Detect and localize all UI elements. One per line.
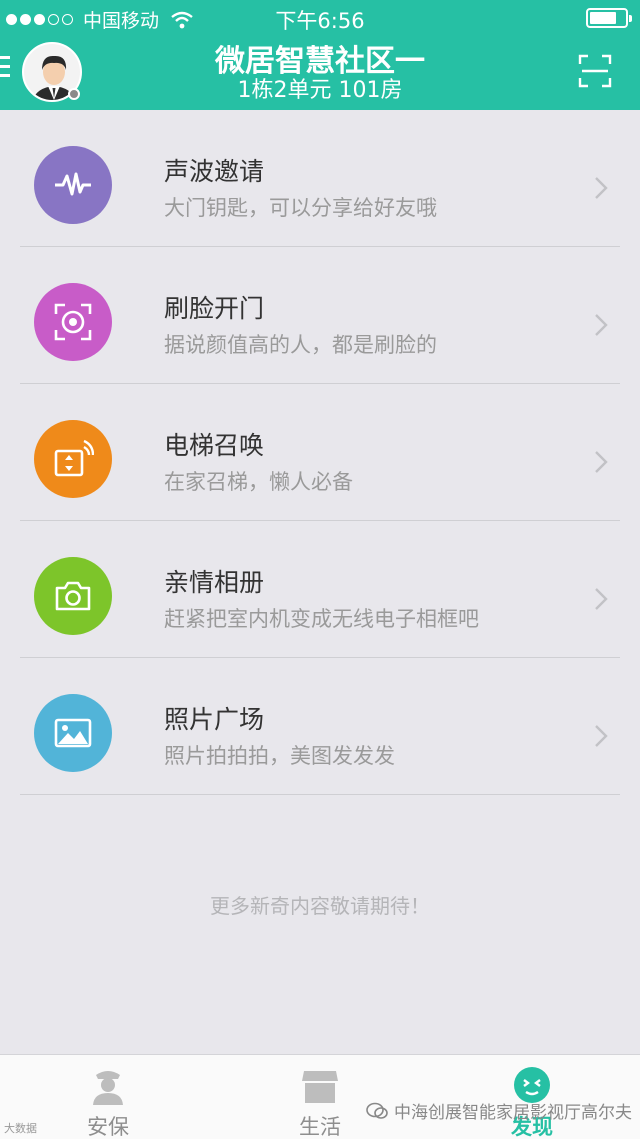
list-item-photo-plaza[interactable]: 照片广场 照片拍拍拍，美图发发发 <box>20 658 620 795</box>
picture-icon <box>34 694 112 772</box>
status-time: 下午6:56 <box>275 9 365 33</box>
chevron-right-icon <box>595 725 608 747</box>
camera-icon <box>34 557 112 635</box>
tab-discover[interactable]: 发现 <box>462 1055 602 1139</box>
chevron-right-icon <box>595 588 608 610</box>
item-desc: 照片拍拍拍，美图发发发 <box>164 744 395 768</box>
item-title: 声波邀请 <box>164 157 265 186</box>
tab-bar: 安保 生活 发现 <box>0 1054 640 1139</box>
list-item-family-album[interactable]: 亲情相册 赶紧把室内机变成无线电子相框吧 <box>20 521 620 658</box>
item-title: 电梯召唤 <box>164 431 265 460</box>
watermark-right: 中海创展智能家居影视厅高尔夫 <box>366 1098 632 1123</box>
address-subtitle: 1栋2单元 101房 <box>237 78 403 103</box>
item-title: 刷脸开门 <box>164 294 265 323</box>
list-item-face-unlock[interactable]: 刷脸开门 据说颜值高的人，都是刷脸的 <box>20 247 620 384</box>
item-desc: 在家召梯，懒人必备 <box>164 470 353 494</box>
face-scan-icon <box>34 283 112 361</box>
guard-icon <box>93 1071 123 1105</box>
chevron-right-icon <box>595 177 608 199</box>
coming-soon-text: 更多新奇内容敬请期待！ <box>210 894 430 918</box>
list-item-elevator-call[interactable]: 电梯召唤 在家召梯，懒人必备 <box>20 384 620 521</box>
tab-security[interactable]: 安保 <box>38 1055 178 1139</box>
battery-icon <box>586 8 632 28</box>
shop-icon <box>302 1071 338 1103</box>
tab-label: 安保 <box>87 1115 129 1139</box>
item-desc: 大门钥匙，可以分享给好友哦 <box>164 196 437 220</box>
item-desc: 据说颜值高的人，都是刷脸的 <box>164 333 437 357</box>
item-title: 照片广场 <box>164 705 265 734</box>
wechat-icon <box>366 1102 388 1119</box>
feature-list: 声波邀请 大门钥匙，可以分享给好友哦 刷脸开门 据说颜值高的人，都是刷脸的 电梯 <box>20 110 620 795</box>
soundwave-icon <box>34 146 112 224</box>
tab-life[interactable]: 生活 <box>250 1055 390 1139</box>
scan-icon[interactable] <box>578 54 612 88</box>
item-desc: 赶紧把室内机变成无线电子相框吧 <box>164 607 479 631</box>
app-header: 中国移动 下午6:56 微居智慧社区一 1栋2单元 101房 <box>0 0 640 110</box>
item-title: 亲情相册 <box>164 568 265 597</box>
watermark-left: 大数据 <box>4 1122 37 1135</box>
list-item-sound-invite[interactable]: 声波邀请 大门钥匙，可以分享给好友哦 <box>20 110 620 247</box>
status-bar: 中国移动 下午6:56 <box>0 0 640 34</box>
chevron-right-icon <box>595 451 608 473</box>
elevator-icon <box>34 420 112 498</box>
watermark-text: 中海创展智能家居影视厅高尔夫 <box>394 1103 632 1123</box>
chevron-right-icon <box>595 314 608 336</box>
